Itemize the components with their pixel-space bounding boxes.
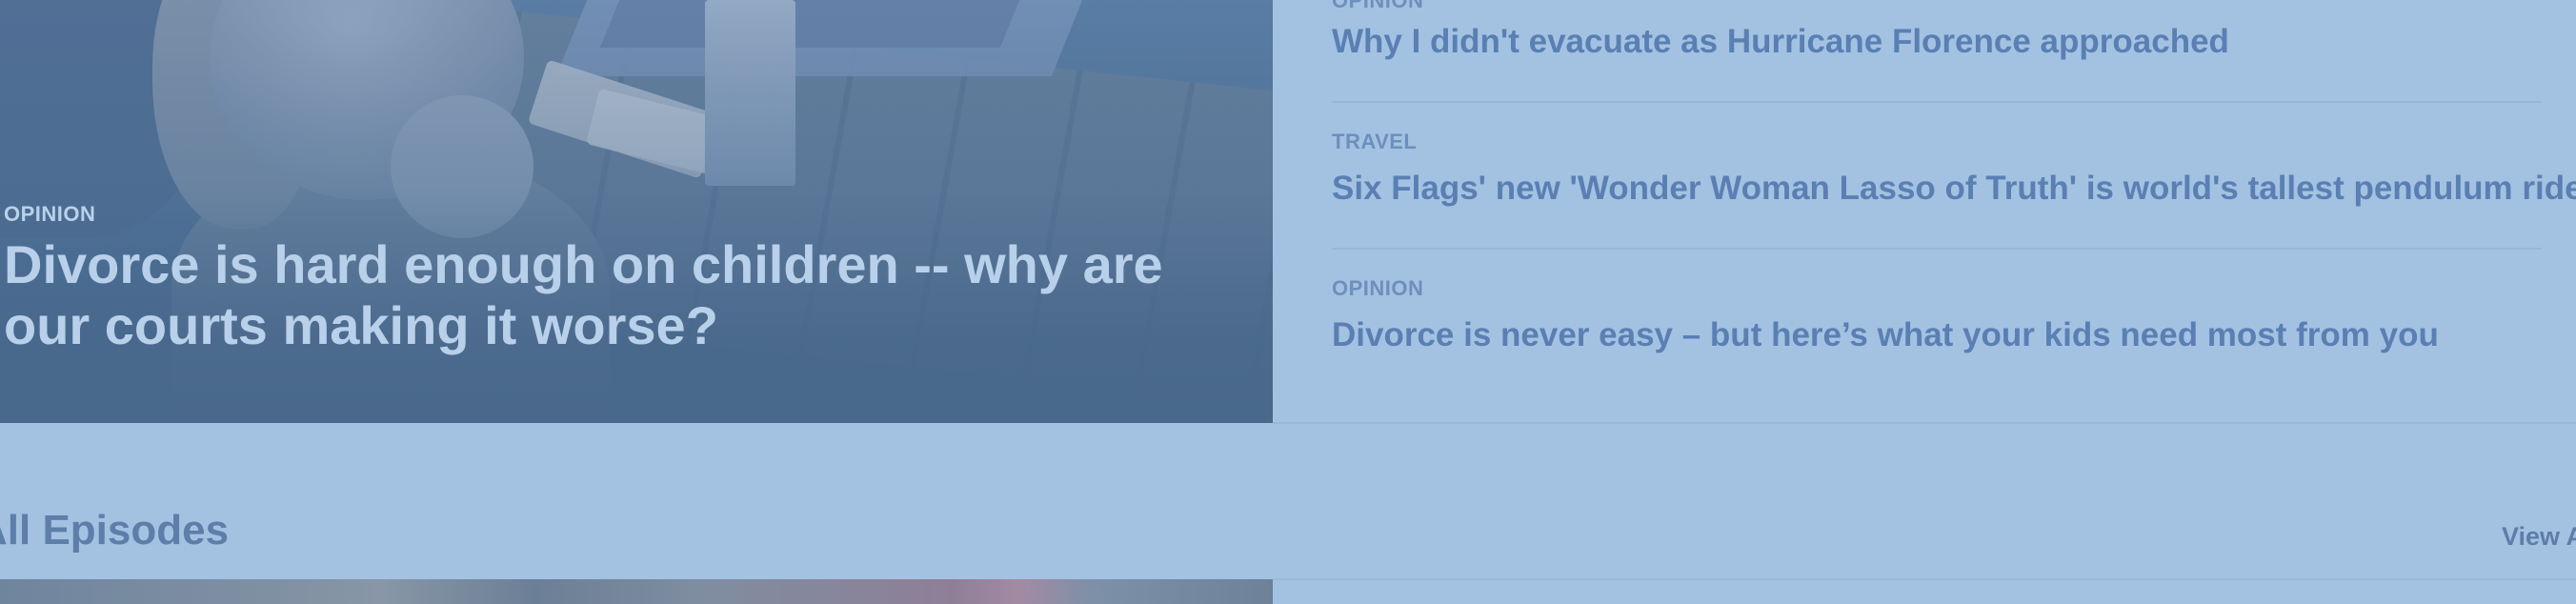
hero-headline-link[interactable]: Divorce is hard enough on children -- wh… (4, 234, 1233, 356)
story-divider (1332, 101, 2542, 103)
story-headline-link[interactable]: Why I didn't evacuate as Hurricane Flore… (1332, 23, 2542, 61)
story-kicker: TRAVEL (1332, 130, 1418, 153)
story-headline-link[interactable]: Divorce is never easy – but here’s what … (1332, 316, 2542, 354)
page: OPINION Divorce is hard enough on childr… (0, 0, 2576, 604)
story-kicker: OPINION (1332, 0, 1424, 12)
episode-thumbnail[interactable] (0, 579, 1273, 604)
view-all-link[interactable]: View All (2502, 522, 2576, 552)
story-headline-link[interactable]: Six Flags' new 'Wonder Woman Lasso of Tr… (1332, 170, 2576, 208)
story-item[interactable]: OPINION Divorce is never easy – but here… (1332, 276, 2542, 354)
hero-kicker: OPINION (4, 202, 96, 226)
episodes-section-title: All Episodes (0, 507, 230, 554)
story-kicker: OPINION (1332, 276, 1424, 300)
episodes-divider (1273, 578, 2576, 580)
story-divider (1332, 248, 2542, 250)
story-item[interactable]: OPINION Why I didn't evacuate as Hurrica… (1332, 0, 2542, 61)
hero-text: OPINION Divorce is hard enough on childr… (4, 202, 1233, 356)
story-list: OPINION Why I didn't evacuate as Hurrica… (1273, 0, 2576, 423)
story-item[interactable]: TRAVEL Six Flags' new 'Wonder Woman Lass… (1332, 130, 2576, 208)
section-divider (1273, 422, 2576, 424)
hero-story-card[interactable]: OPINION Divorce is hard enough on childr… (0, 0, 1273, 423)
